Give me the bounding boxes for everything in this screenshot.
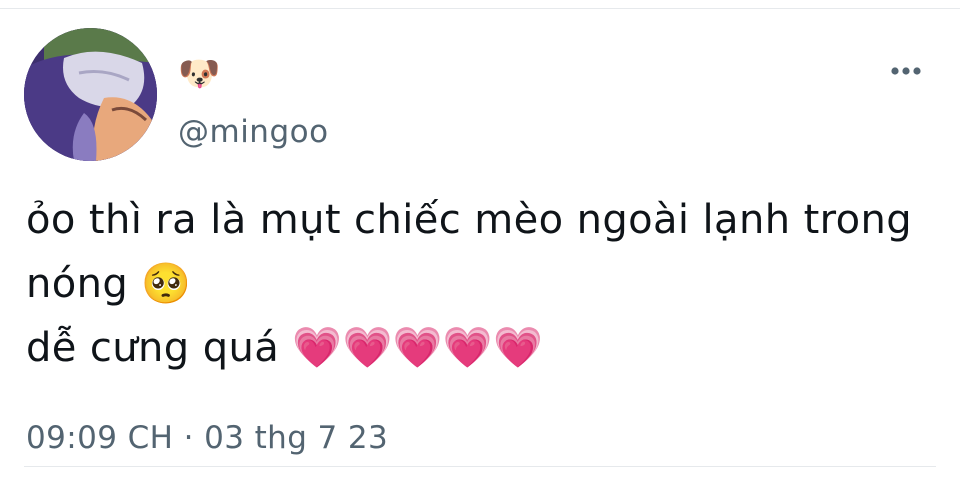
avatar-image: [24, 28, 157, 161]
avatar[interactable]: [24, 28, 157, 161]
bottom-divider: [24, 466, 936, 467]
display-name: 🐶: [178, 54, 220, 94]
tweet-line: ỏo thì ra là mụt chiếc mèo ngoài lạnh tr…: [26, 197, 913, 243]
user-handle[interactable]: @mingoo: [178, 112, 329, 152]
tweet-line: nóng 🥺: [26, 261, 192, 307]
more-dots-icon: [891, 67, 921, 75]
tweet-text: ỏo thì ra là mụt chiếc mèo ngoài lạnh tr…: [26, 188, 956, 380]
more-options-button[interactable]: [884, 56, 928, 86]
tweet-timestamp[interactable]: 09:09 CH · 03 thg 7 23: [26, 418, 388, 458]
dog-face-icon: 🐶: [178, 54, 221, 94]
top-divider: [0, 8, 960, 9]
tweet-line: dễ cưng quá 💗💗💗💗💗: [26, 325, 544, 371]
